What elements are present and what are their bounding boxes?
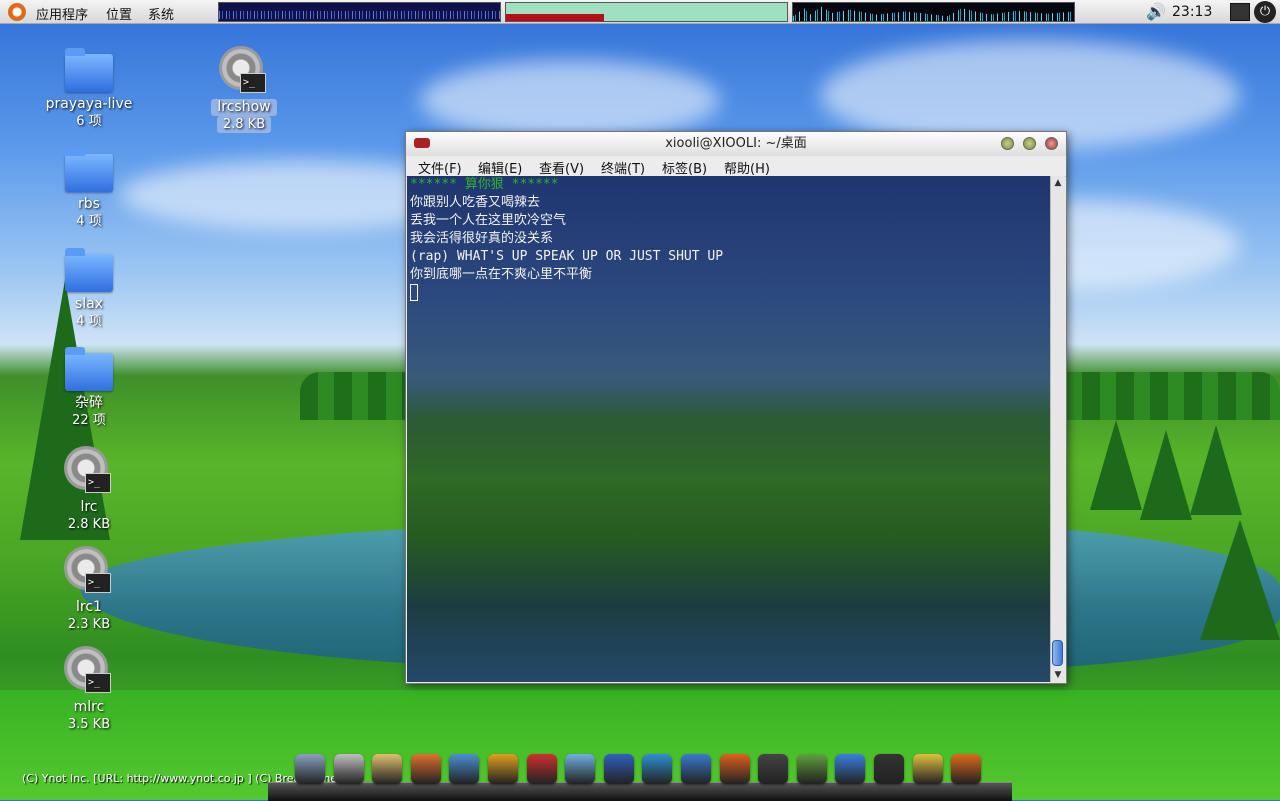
text-cursor xyxy=(410,284,418,301)
menu-edit[interactable]: 编辑(E) xyxy=(478,158,522,177)
terminal-line: 丢我一个人在这里吹冷空气 xyxy=(410,213,567,228)
window-titlebar[interactable]: xiooli@XIOOLI: ~/桌面 xyxy=(406,132,1066,156)
power-icon[interactable]: ⏻ xyxy=(1254,1,1276,23)
network-icon[interactable] xyxy=(1230,3,1250,21)
globe-icon[interactable] xyxy=(642,754,673,784)
icon-sub: 2.3 KB xyxy=(67,617,111,632)
folder-icon xyxy=(65,48,113,92)
icon-sub: 4 项 xyxy=(76,214,102,229)
menu-terminal[interactable]: 终端(T) xyxy=(601,158,645,177)
executable-icon: >_ xyxy=(65,447,113,495)
memory-monitor[interactable] xyxy=(505,2,788,22)
icon-label: rbs xyxy=(78,196,100,212)
icon-sub: 4 项 xyxy=(76,314,102,329)
desktop-icon-zasui[interactable]: 杂碎 22 项 xyxy=(39,347,139,429)
desktop-icon-slax[interactable]: slax 4 项 xyxy=(39,248,139,330)
pdf-icon[interactable] xyxy=(526,754,557,784)
icon-sub: 6 项 xyxy=(76,114,102,129)
icon-label: mlrc xyxy=(73,699,105,715)
wave-icon[interactable] xyxy=(565,754,596,784)
icon-sub: 2.8 KB xyxy=(216,116,272,133)
terminal-icon[interactable] xyxy=(758,754,789,784)
menu-applications[interactable]: 应用程序 xyxy=(36,4,88,23)
executable-icon: >_ xyxy=(220,47,268,95)
cloud xyxy=(420,60,720,140)
executable-icon: >_ xyxy=(65,547,113,595)
network-monitor[interactable] xyxy=(792,2,1075,22)
icon-label: lrc xyxy=(80,499,98,515)
terminal-line: (rap) WHAT'S UP SPEAK UP OR JUST SHUT UP xyxy=(410,249,724,264)
computer-icon[interactable] xyxy=(295,754,325,784)
icon-label: slax xyxy=(74,296,104,312)
pine-tree xyxy=(1140,430,1192,520)
desktop-icon-prayaya-live[interactable]: prayaya-live 6 项 xyxy=(39,48,139,130)
ubuntu-logo-icon[interactable] xyxy=(8,3,26,21)
network-graph xyxy=(793,6,1074,21)
desktop-icon-mlrc[interactable]: >_ mlrc 3.5 KB xyxy=(39,647,139,733)
menu-system[interactable]: 系统 xyxy=(148,4,174,23)
top-panel: 应用程序 位置 系统 🔊 23:13 ⏻ xyxy=(0,0,1280,24)
volume-icon[interactable]: 🔊 xyxy=(1146,3,1168,21)
terminal-line: ****** 算你狠 ****** xyxy=(410,177,559,192)
monitor-icon[interactable] xyxy=(681,754,711,784)
firefox-icon[interactable] xyxy=(719,754,750,784)
fox-icon[interactable] xyxy=(410,754,441,784)
ubuntu-icon[interactable] xyxy=(951,754,982,784)
dock-bar xyxy=(268,782,1012,801)
icon-sub: 3.5 KB xyxy=(67,717,111,732)
menu-view[interactable]: 查看(V) xyxy=(539,158,584,177)
terminal-icon-2[interactable] xyxy=(874,754,904,784)
editor-icon[interactable] xyxy=(796,754,827,784)
close-button[interactable] xyxy=(1045,137,1058,150)
icon-label: lrcshow xyxy=(211,99,277,116)
icon-label: prayaya-live xyxy=(45,96,133,112)
clock[interactable]: 23:13 xyxy=(1172,4,1212,20)
film-icon[interactable] xyxy=(333,754,364,784)
scroll-up-arrow-icon[interactable]: ▲ xyxy=(1052,177,1064,189)
cpu-monitor[interactable] xyxy=(218,2,501,22)
icon-sub: 22 项 xyxy=(72,413,106,428)
desktop-icon-lrcshow[interactable]: >_ lrcshow 2.8 KB xyxy=(194,47,294,133)
scroll-down-arrow-icon[interactable]: ▼ xyxy=(1052,669,1064,681)
desktop-icon-rbs[interactable]: rbs 4 项 xyxy=(39,148,139,230)
menu-file[interactable]: 文件(F) xyxy=(418,158,462,177)
pine-tree xyxy=(1190,425,1242,515)
folder-icon xyxy=(65,248,113,292)
menu-tabs[interactable]: 标签(B) xyxy=(662,158,707,177)
terminal-output[interactable]: ****** 算你狠 ****** 你跟别人吃香又喝辣去 丢我一个人在这里吹冷空… xyxy=(407,176,1050,682)
icon-sub: 2.8 KB xyxy=(67,517,111,532)
memory-bar xyxy=(506,14,605,21)
minimize-button[interactable] xyxy=(1001,137,1014,150)
folder-icon[interactable] xyxy=(835,754,866,784)
window-title: xiooli@XIOOLI: ~/桌面 xyxy=(665,136,807,151)
folder-icon xyxy=(65,148,113,192)
desktop-icon-lrc[interactable]: >_ lrc 2.8 KB xyxy=(39,447,139,533)
desktop-icon-lrc1[interactable]: >_ lrc1 2.3 KB xyxy=(39,547,139,633)
folder-icon xyxy=(65,347,113,391)
window-menu-icon[interactable] xyxy=(414,138,430,148)
pine-tree xyxy=(1090,420,1142,510)
cpu-graph xyxy=(219,11,500,19)
terminal-window[interactable]: xiooli@XIOOLI: ~/桌面 文件(F) 编辑(E) 查看(V) 终端… xyxy=(405,131,1067,684)
terminal-menubar: 文件(F) 编辑(E) 查看(V) 终端(T) 标签(B) 帮助(H) xyxy=(406,156,1066,177)
terminal-scrollbar[interactable]: ▲ ▼ xyxy=(1050,176,1065,682)
terminal-line: 我会活得很好真的没关系 xyxy=(410,231,554,246)
pine-tree xyxy=(1200,520,1280,640)
scrollbar-thumb[interactable] xyxy=(1052,640,1063,666)
maximize-button[interactable] xyxy=(1023,137,1036,150)
terminal-line: 你跟别人吃香又喝辣去 xyxy=(410,195,541,210)
swirl-icon[interactable] xyxy=(488,754,518,784)
chat-icon[interactable] xyxy=(912,754,943,784)
menu-help[interactable]: 帮助(H) xyxy=(724,158,770,177)
executable-icon: >_ xyxy=(65,647,113,695)
arrow-icon[interactable] xyxy=(603,754,634,784)
icon-label: lrc1 xyxy=(76,599,102,615)
fish-icon[interactable] xyxy=(449,754,480,784)
menu-places[interactable]: 位置 xyxy=(106,4,132,23)
terminal-line: 你到底哪一点在不爽心里不平衡 xyxy=(410,267,593,282)
media-icon[interactable] xyxy=(372,754,403,784)
icon-label: 杂碎 xyxy=(75,395,103,411)
